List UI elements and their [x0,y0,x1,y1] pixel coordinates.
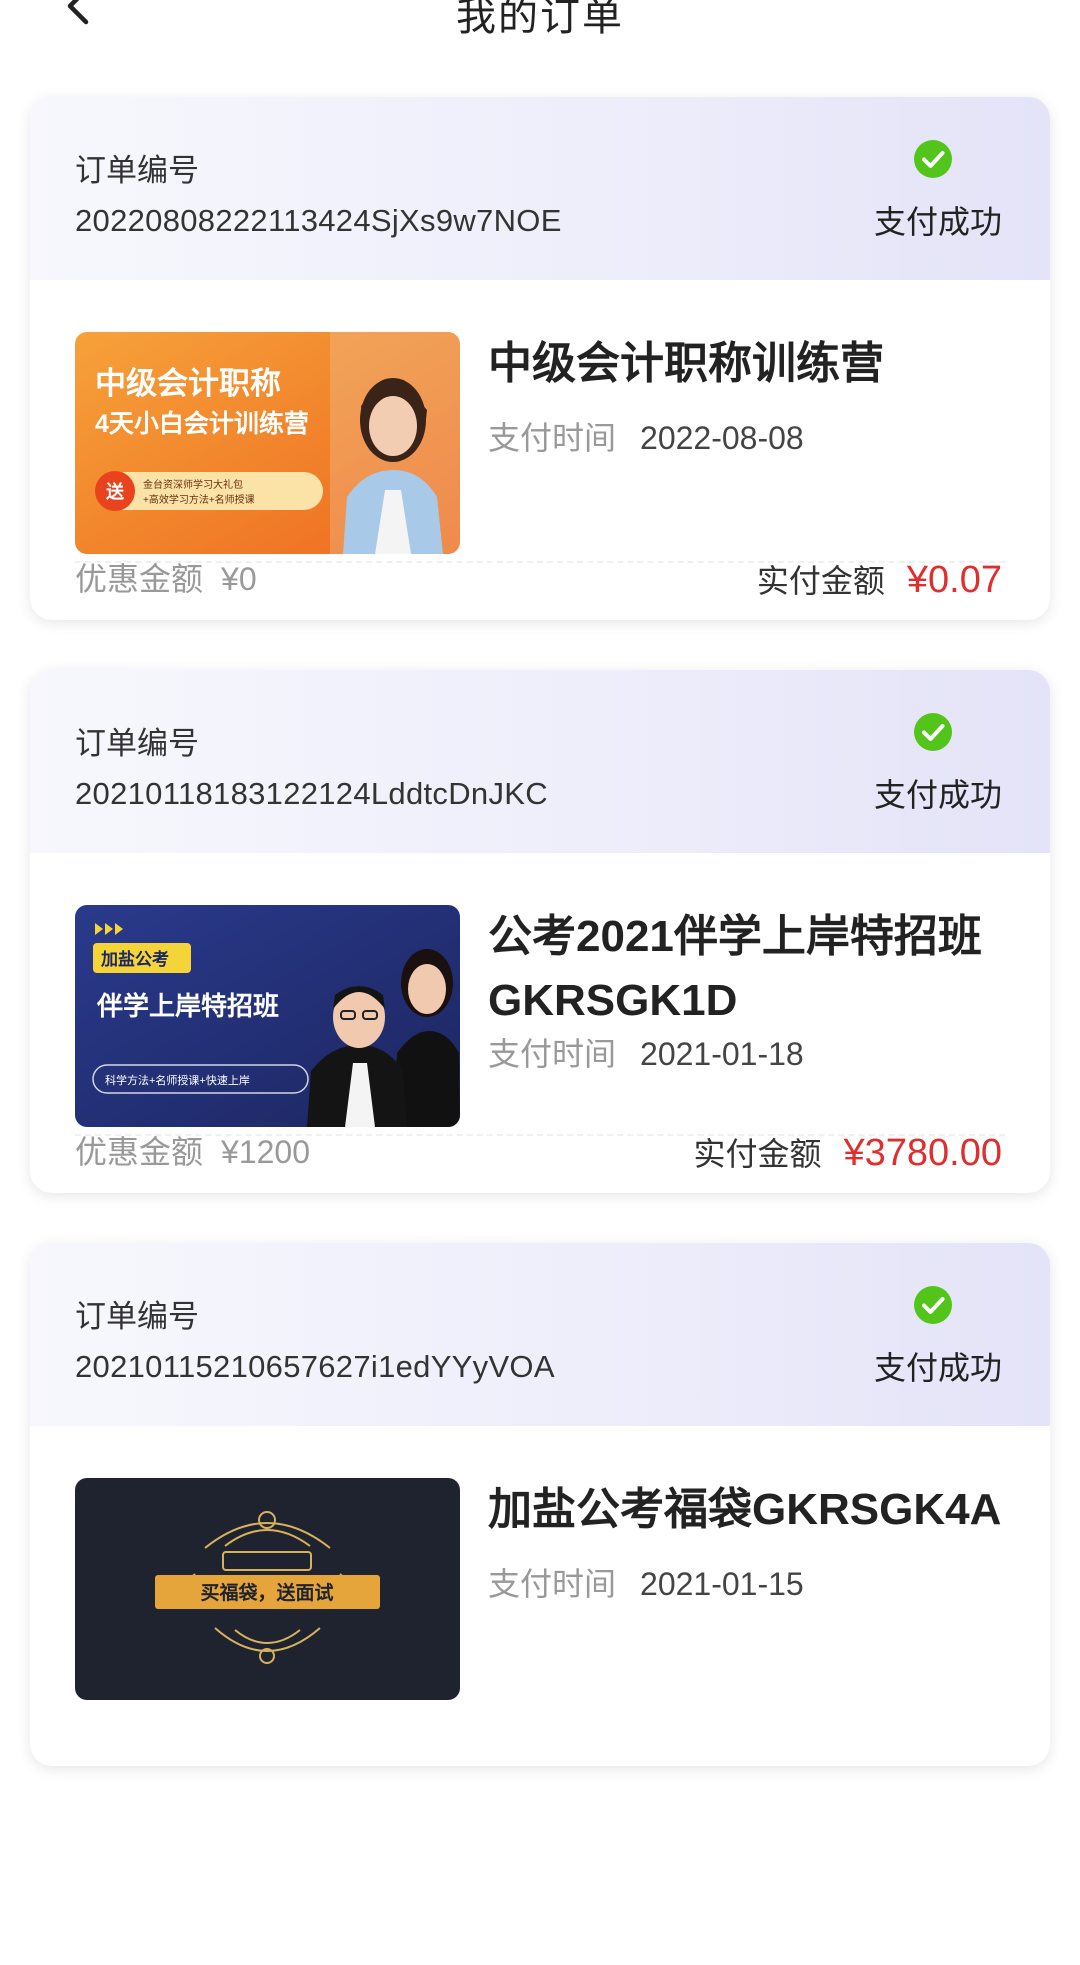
thumb-note1: 金台资深师学习大礼包 [143,478,243,491]
discount-label: 优惠金额 [75,1134,204,1170]
page-title: 我的订单 [456,0,624,39]
order-number-label: 订单编号 [75,1299,199,1334]
thumb-title: 伴学上岸特招班 [96,991,279,1021]
paid-amount-value: ¥3780.00 [843,1132,1003,1174]
order-card-header: 订单编号 20220808222113424SjXs9w7NOE 支付成功 [30,97,1050,280]
paid-amount-label: 实付金额 [756,563,885,599]
paid-amount-row: 实付金额 ¥3780.00 [693,1129,1002,1175]
paid-amount-row: 实付金额 ¥0.07 [757,556,1002,602]
thumb-note2: +高效学习方法+名师授课 [143,493,255,506]
order-card[interactable]: 订单编号 20210118183122124LddtcDnJKC 支付成功 加盐… [30,670,1050,1193]
paid-amount-value: ¥0.07 [906,559,1002,601]
paid-amount-label: 实付金额 [693,1136,822,1172]
pay-time-row: 支付时间 2021-01-18 [488,1029,804,1075]
pay-time-label: 支付时间 [488,1036,617,1072]
order-card[interactable]: 订单编号 20220808222113424SjXs9w7NOE 支付成功 中级… [30,97,1050,620]
order-number-label: 订单编号 [75,153,199,188]
thumb-banner: 买福袋，送面试 [200,1581,333,1604]
discount-row: 优惠金额 ¥0 [75,554,257,600]
pay-time-row: 支付时间 2021-01-15 [488,1559,804,1605]
pay-time-label: 支付时间 [488,1566,617,1602]
order-card[interactable]: 订单编号 20210115210657627i1edYYyVOA 支付成功 买福… [30,1243,1050,1766]
order-list: 订单编号 20220808222113424SjXs9w7NOE 支付成功 中级… [30,97,1050,1816]
course-name[interactable]: 加盐公考福袋GKRSGK4A [488,1478,1008,1542]
check-circle-icon [914,1286,952,1324]
course-thumbnail[interactable]: 买福袋，送面试 [75,1478,460,1700]
course-name[interactable]: 公考2021伴学上岸特招班GKRSGK1D [488,905,1008,1033]
order-number: 20220808222113424SjXs9w7NOE [75,203,562,238]
check-circle-icon [914,713,952,751]
course-thumbnail[interactable]: 加盐公考 伴学上岸特招班 科学方法+名师授课+快速上岸 [75,905,460,1127]
check-circle-icon [914,140,952,178]
payment-status: 支付成功 [873,1350,1002,1386]
thumb-note: 科学方法+名师授课+快速上岸 [105,1073,250,1087]
discount-value: ¥0 [221,561,257,597]
order-number: 20210118183122124LddtcDnJKC [75,776,548,811]
nav-bar: 我的订单 [0,0,1080,60]
discount-value: ¥1200 [221,1134,310,1170]
order-card-header: 订单编号 20210118183122124LddtcDnJKC 支付成功 [30,670,1050,853]
discount-row: 优惠金额 ¥1200 [75,1127,310,1173]
pay-time-row: 支付时间 2022-08-08 [488,413,804,459]
order-card-body: 中级会计职称 4天小白会计训练营 送 金台资深师学习大礼包 +高效学习方法+名师… [30,280,1050,620]
thumb-badge: 送 [105,481,125,502]
pay-time-value: 2021-01-18 [640,1036,804,1072]
order-card-header: 订单编号 20210115210657627i1edYYyVOA 支付成功 [30,1243,1050,1426]
order-number-label: 订单编号 [75,726,199,761]
pay-time-value: 2022-08-08 [640,420,804,456]
thumb-title-line1: 中级会计职称 [95,366,281,401]
course-thumbnail[interactable]: 中级会计职称 4天小白会计训练营 送 金台资深师学习大礼包 +高效学习方法+名师… [75,332,460,554]
thumb-tag: 加盐公考 [100,949,169,969]
order-card-body: 加盐公考 伴学上岸特招班 科学方法+名师授课+快速上岸 公考2021伴学上岸特招… [30,853,1050,1193]
course-name[interactable]: 中级会计职称训练营 [488,332,1008,396]
pay-time-value: 2021-01-15 [640,1566,804,1602]
discount-label: 优惠金额 [75,561,204,597]
order-card-body: 买福袋，送面试 加盐公考福袋GKRSGK4A 支付时间 2021-01-15 [30,1426,1050,1766]
pay-time-label: 支付时间 [488,420,617,456]
thumb-title-line2: 4天小白会计训练营 [95,409,309,438]
payment-status: 支付成功 [873,204,1002,240]
order-number: 20210115210657627i1edYYyVOA [75,1349,555,1384]
payment-status: 支付成功 [873,777,1002,813]
